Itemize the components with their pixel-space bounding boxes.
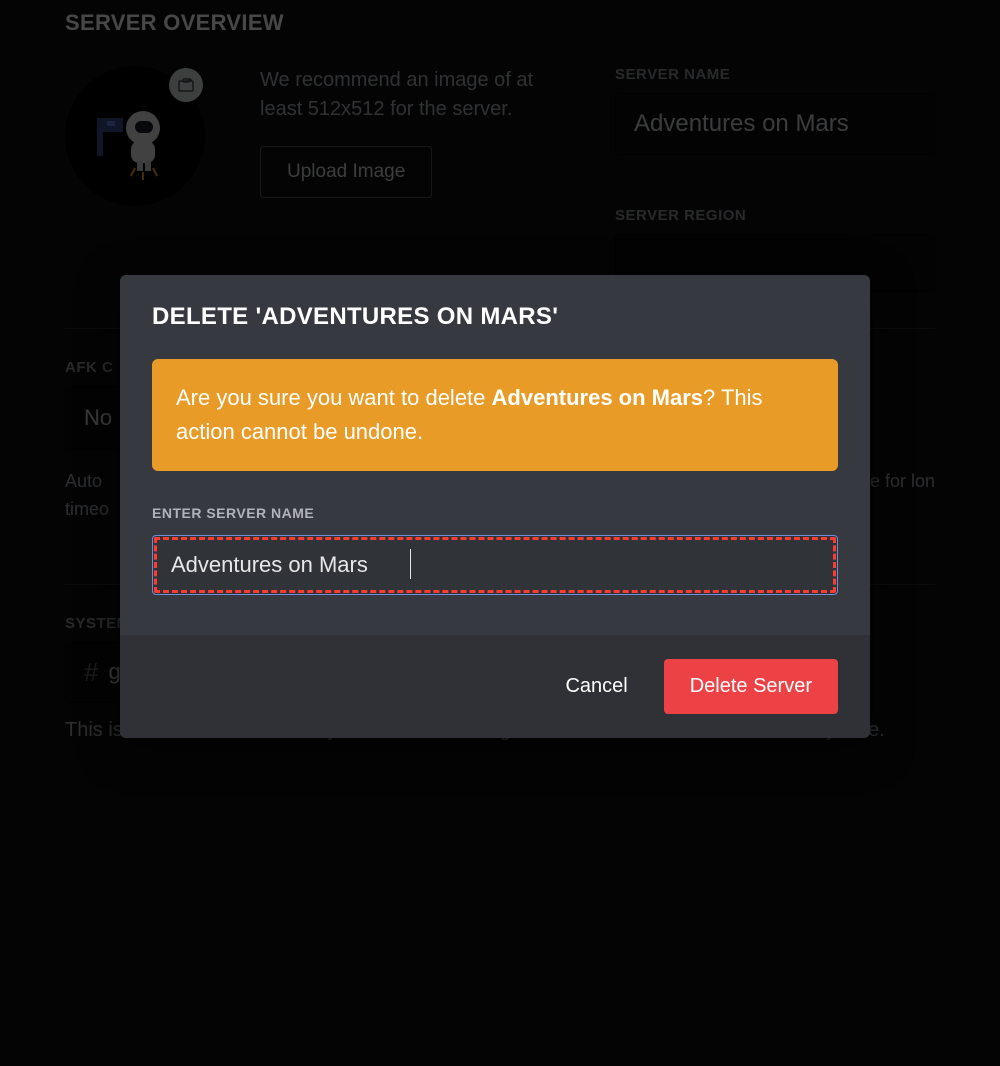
upload-image-button[interactable]: Upload Image <box>260 146 432 198</box>
hash-icon: # <box>84 657 98 688</box>
delete-server-button[interactable]: Delete Server <box>664 659 838 714</box>
confirm-input-wrap <box>152 535 838 595</box>
modal-footer: Cancel Delete Server <box>120 635 870 738</box>
confirm-input-label: ENTER SERVER NAME <box>152 505 838 521</box>
server-name-label: SERVER NAME <box>615 66 935 83</box>
confirm-server-name-input[interactable] <box>152 535 838 595</box>
server-avatar[interactable] <box>65 66 205 206</box>
server-region-label: SERVER REGION <box>615 207 935 224</box>
text-caret <box>410 549 411 579</box>
server-name-column: SERVER NAME SERVER REGION <box>615 66 935 292</box>
page-title: SERVER OVERVIEW <box>65 10 935 36</box>
avatar-column <box>65 66 205 292</box>
delete-server-modal: DELETE 'ADVENTURES ON MARS' Are you sure… <box>120 275 870 738</box>
modal-title: DELETE 'ADVENTURES ON MARS' <box>152 303 838 331</box>
cancel-button[interactable]: Cancel <box>565 675 627 698</box>
modal-body: DELETE 'ADVENTURES ON MARS' Are you sure… <box>120 275 870 635</box>
recommend-column: We recommend an image of at least 512x51… <box>260 66 560 292</box>
warning-box: Are you sure you want to delete Adventur… <box>152 359 838 471</box>
overview-row: We recommend an image of at least 512x51… <box>65 66 935 292</box>
upload-image-icon[interactable] <box>169 68 203 102</box>
recommend-text: We recommend an image of at least 512x51… <box>260 66 560 124</box>
server-name-input[interactable] <box>615 93 935 155</box>
